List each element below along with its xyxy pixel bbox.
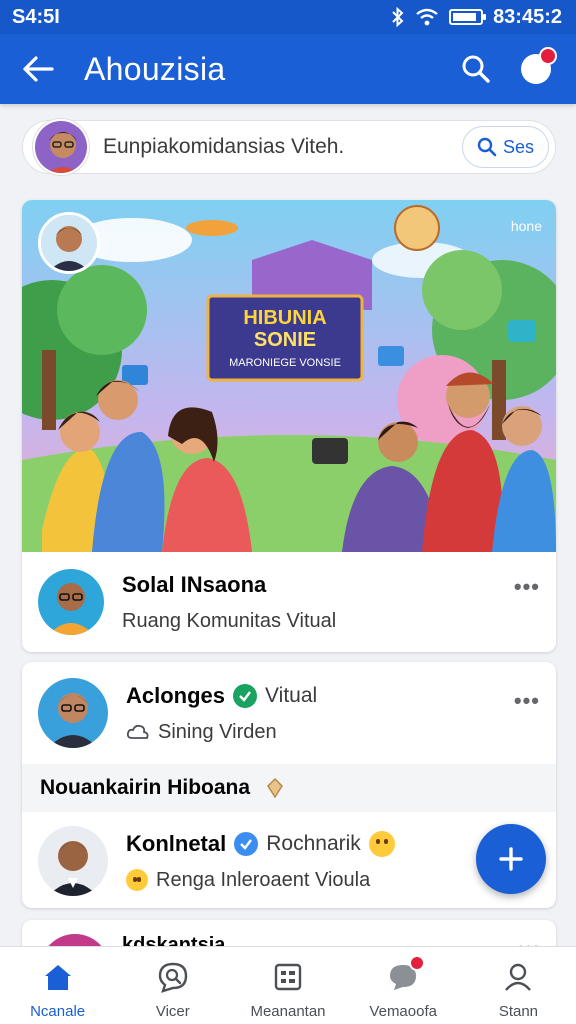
more-options-icon[interactable]: ••• xyxy=(514,574,540,600)
smile-emoji-icon xyxy=(368,830,395,857)
avatar[interactable] xyxy=(38,826,108,896)
arrow-left-icon xyxy=(23,56,54,82)
nav-label: Stann xyxy=(498,1003,539,1020)
feature-illustration[interactable]: HIBUNIA SONIE MARONIEGE VONSIE xyxy=(22,200,556,552)
more-options-icon[interactable]: ••• xyxy=(514,688,540,714)
status-time-right: 83:45:2 xyxy=(493,5,562,28)
nav-label: Vicer xyxy=(155,1003,190,1020)
feature-post-card[interactable]: HIBUNIA SONIE MARONIEGE VONSIE hone Sola… xyxy=(22,200,556,652)
verified-check-icon xyxy=(233,683,258,708)
post-list-card: Aclonges Vitual Sining Virden ••• Nouank… xyxy=(22,662,556,908)
bluetooth-icon xyxy=(392,7,404,27)
grid-icon xyxy=(274,963,302,991)
banner-line-1: HIBUNIA xyxy=(243,307,326,329)
nav-item-view[interactable]: Vicer xyxy=(115,947,230,1024)
post-subtitle: Renga Inleroaent Vioula xyxy=(156,868,371,891)
cloud-icon xyxy=(126,724,149,739)
post-author-extra: Vitual xyxy=(265,683,318,707)
post-author[interactable]: Aclonges xyxy=(126,683,225,709)
avatar[interactable] xyxy=(38,569,104,635)
back-button[interactable] xyxy=(18,49,58,89)
nav-label: Vemaoofa xyxy=(369,1003,437,1020)
nav-item-home[interactable]: Ncanale xyxy=(0,947,115,1024)
nav-item-messages[interactable]: Vemaoofa xyxy=(346,947,461,1024)
page-title: Ahouzisia xyxy=(84,50,226,87)
status-bar: S4:5I 83:45:2 xyxy=(0,0,576,34)
search-icon xyxy=(477,137,497,157)
see-button-label: Ses xyxy=(502,136,534,157)
notification-badge xyxy=(539,47,557,65)
feature-corner-label: hone xyxy=(510,218,542,234)
avatar[interactable] xyxy=(38,212,100,274)
search-icon xyxy=(462,55,490,83)
wifi-icon xyxy=(416,8,438,26)
emoji-icon xyxy=(126,869,148,891)
post-author[interactable]: Solal INsaona xyxy=(122,572,540,598)
search-button[interactable] xyxy=(454,47,498,91)
search-chat-icon xyxy=(158,962,187,993)
composer-prompt: Eunpiakomidansias Viteh. xyxy=(103,135,345,158)
post-author-extra: Rochnarik xyxy=(266,831,361,855)
battery-icon xyxy=(449,9,487,25)
nav-item-grid[interactable]: Meanantan xyxy=(230,947,345,1024)
post-subtitle: Ruang Komunitas Vitual xyxy=(122,609,337,632)
status-icons: 83:45:2 xyxy=(391,6,562,29)
see-button[interactable]: Ses xyxy=(461,126,549,168)
feature-post-info: Solal INsaona Ruang Komunitas Vitual ••• xyxy=(22,552,556,652)
home-icon xyxy=(44,965,71,990)
post-subtitle: Sining Virden xyxy=(158,720,277,743)
group-header[interactable]: Nouankairin Hiboana xyxy=(22,764,556,812)
notification-badge xyxy=(409,955,426,971)
nav-label: Ncanale xyxy=(30,1003,86,1020)
app-bar: Ahouzisia xyxy=(0,34,576,104)
status-time-left: S4:5I xyxy=(12,5,60,28)
list-item[interactable]: Aclonges Vitual Sining Virden ••• xyxy=(22,674,556,752)
composer-bar[interactable]: Eunpiakomidansias Viteh. Ses xyxy=(22,119,556,175)
notification-icon xyxy=(521,47,557,84)
nav-label: Meanantan xyxy=(250,1003,326,1020)
add-post-button[interactable] xyxy=(476,824,546,894)
avatar[interactable] xyxy=(38,678,108,748)
avatar[interactable] xyxy=(33,119,89,175)
notifications-button[interactable] xyxy=(514,47,558,91)
banner-line-2: SONIE xyxy=(254,329,316,351)
group-label: Nouankairin Hiboana xyxy=(40,776,251,799)
bottom-nav: Ncanale Vicer Meanantan Vemaoofa Stann xyxy=(0,946,576,1024)
profile-icon xyxy=(505,963,532,991)
nav-item-profile[interactable]: Stann xyxy=(461,947,576,1024)
pin-icon xyxy=(267,777,283,799)
post-author[interactable]: Konlnetal xyxy=(126,831,226,857)
verified-check-icon xyxy=(234,831,259,856)
banner-line-3: MARONIEGE VONSIE xyxy=(229,357,341,369)
plus-icon xyxy=(499,847,523,871)
